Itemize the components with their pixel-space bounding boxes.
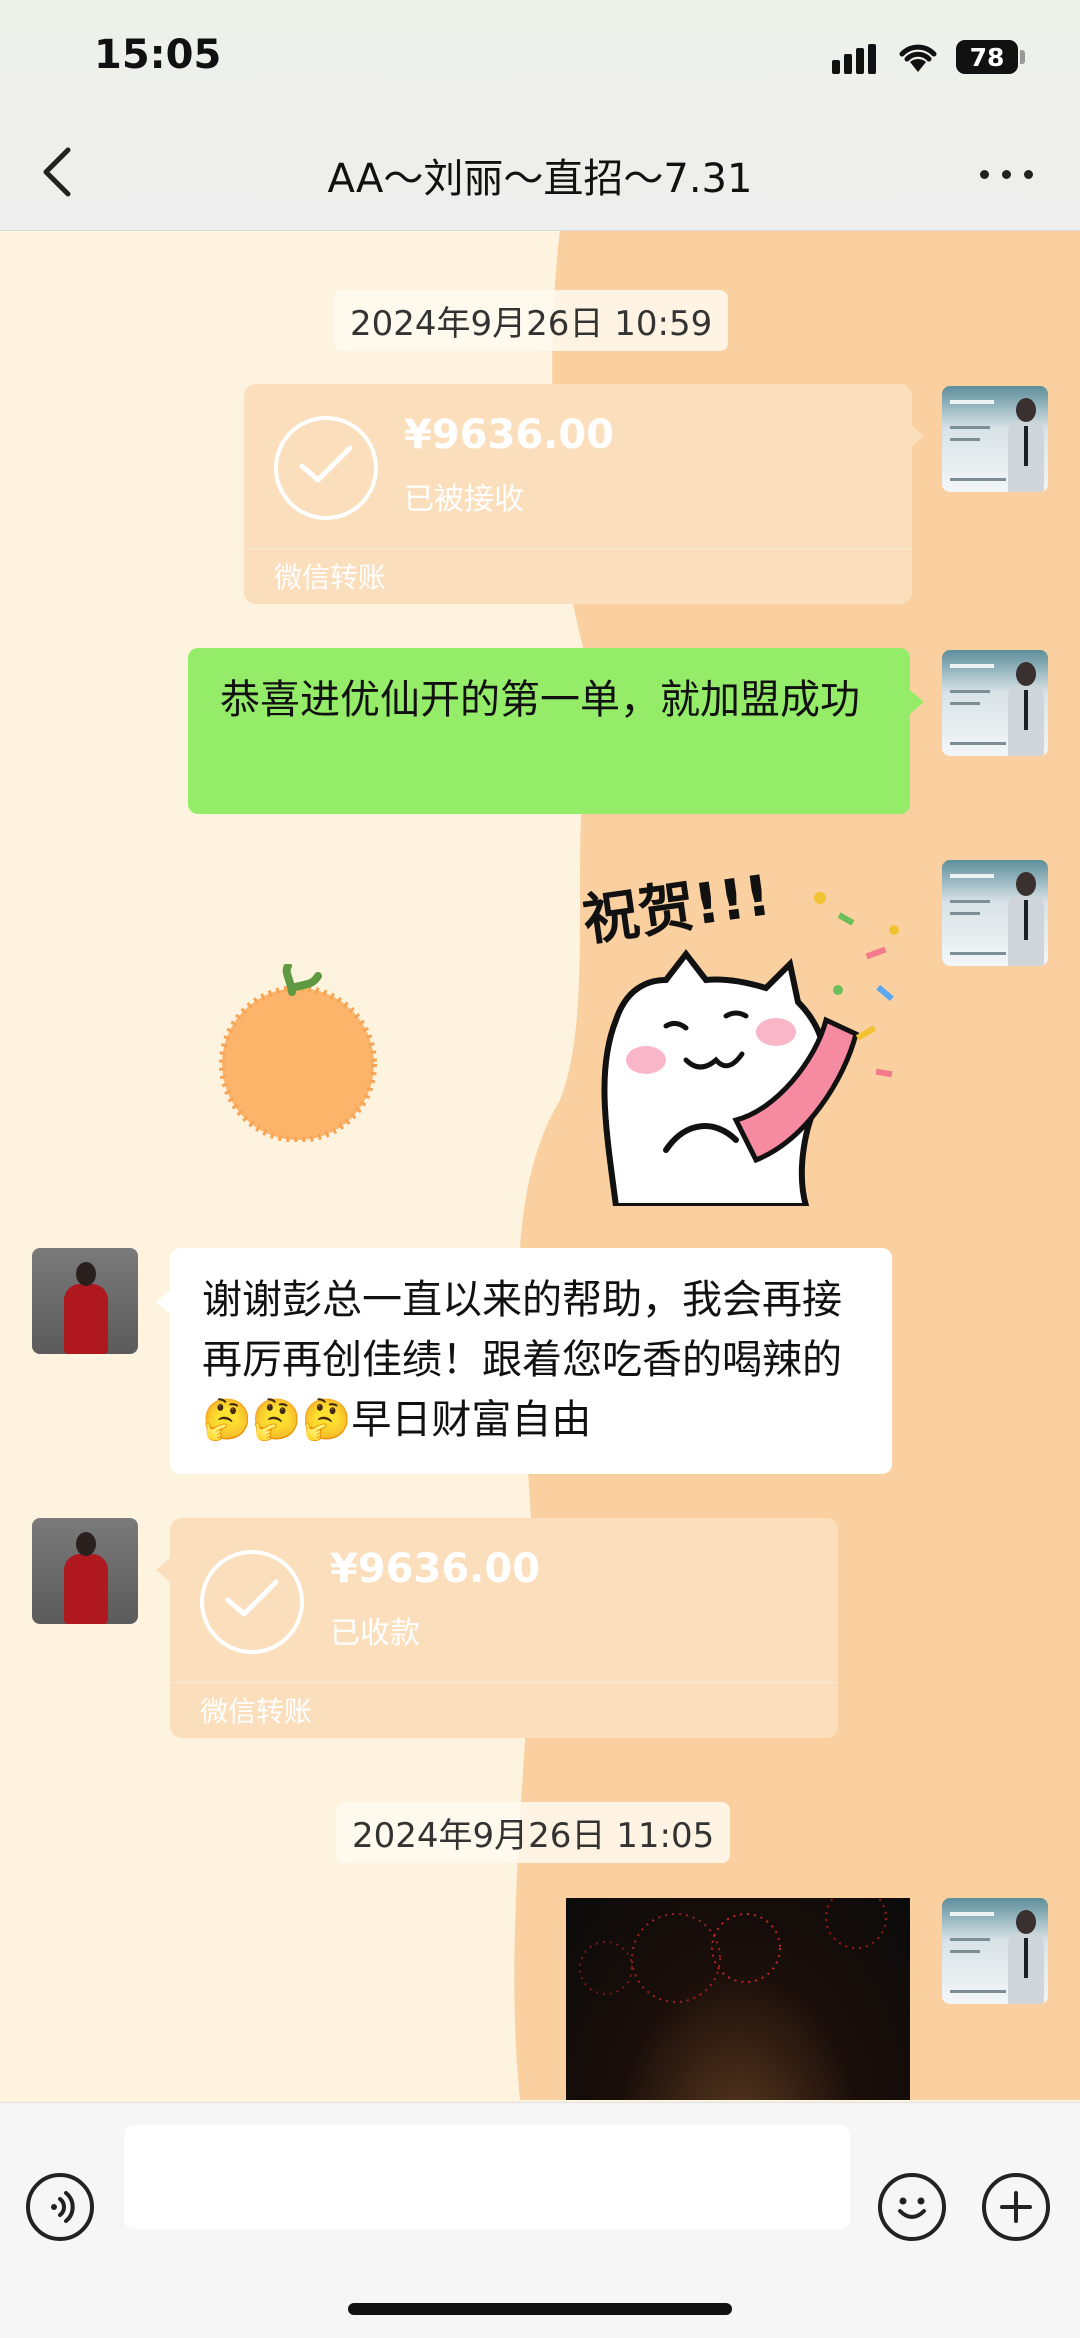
- input-bar: [0, 2102, 1080, 2338]
- more-dots-icon[interactable]: [976, 150, 1038, 196]
- status-time: 15:05: [94, 32, 222, 78]
- top-bar: 15:05 78 AA～刘丽～直招～7.31: [0, 0, 1080, 231]
- transfer-brand: 微信转账: [200, 1695, 313, 1728]
- transfer-amount: ¥9636.00: [404, 412, 615, 458]
- transfer-card[interactable]: ¥9636.00 已被接收 微信转账: [244, 384, 912, 604]
- battery-tip: [1020, 50, 1025, 64]
- bubble-tail: [156, 1290, 170, 1314]
- timestamp: 2024年9月26日 11:05: [336, 1802, 731, 1863]
- bubble-tail: [910, 690, 924, 714]
- avatar[interactable]: [942, 650, 1048, 756]
- transfer-amount: ¥9636.00: [330, 1546, 541, 1592]
- avatar[interactable]: [942, 386, 1048, 492]
- transfer-status: 已被接收: [404, 482, 524, 517]
- bubble-tail: [910, 424, 924, 448]
- chat-title: AA～刘丽～直招～7.31: [327, 156, 753, 202]
- wifi-icon: [899, 44, 937, 72]
- transfer-card[interactable]: ¥9636.00 已收款 微信转账: [170, 1518, 838, 1738]
- emoji-icon[interactable]: [878, 2173, 946, 2241]
- check-icon: [200, 1550, 304, 1654]
- message-bubble-me[interactable]: 恭喜进优仙开的第一单，就加盟成功: [188, 648, 910, 814]
- voice-icon[interactable]: [26, 2173, 94, 2241]
- signal-icon: [832, 44, 882, 74]
- plus-icon[interactable]: [982, 2173, 1050, 2241]
- bubble-tail: [156, 1558, 170, 1582]
- transfer-status: 已收款: [330, 1616, 420, 1651]
- message-bubble-her[interactable]: 谢谢彭总一直以来的帮助，我会再接再厉再创佳绩！跟着您吃香的喝辣的🤔🤔🤔早日财富自…: [170, 1248, 892, 1474]
- transfer-brand: 微信转账: [274, 561, 387, 594]
- battery-icon: 78: [956, 40, 1018, 74]
- timestamp: 2024年9月26日 10:59: [334, 290, 729, 351]
- fireworks-video-thumbnail[interactable]: [566, 1898, 910, 2100]
- home-indicator: [348, 2303, 732, 2315]
- chevron-left-icon[interactable]: [32, 144, 80, 200]
- congrats-cat-sticker[interactable]: 祝贺!!!: [576, 870, 918, 1206]
- message-input[interactable]: [124, 2125, 850, 2229]
- avatar[interactable]: [942, 860, 1048, 966]
- avatar[interactable]: [32, 1518, 138, 1624]
- orange-sticker[interactable]: [212, 964, 384, 1142]
- check-icon: [274, 416, 378, 520]
- sticker-caption: 祝贺!!!: [579, 870, 775, 954]
- avatar[interactable]: [942, 1898, 1048, 2004]
- avatar[interactable]: [32, 1248, 138, 1354]
